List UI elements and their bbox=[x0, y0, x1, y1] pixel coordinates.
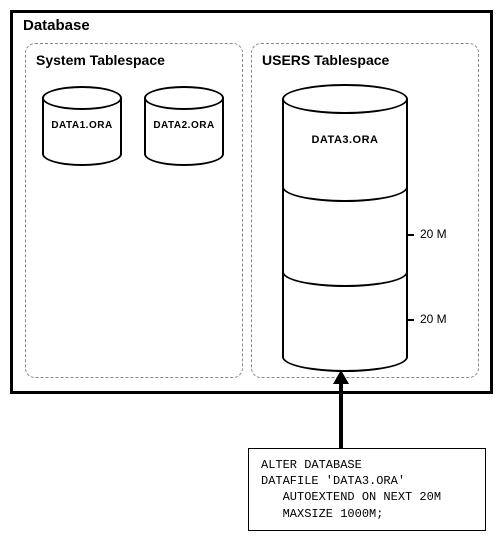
sql-line: DATAFILE 'DATA3.ORA' bbox=[261, 474, 405, 488]
database-frame: Database System Tablespace DATA1.ORA DAT… bbox=[10, 10, 493, 394]
database-title: Database bbox=[23, 17, 90, 34]
sql-line: AUTOEXTEND ON NEXT 20M bbox=[261, 490, 441, 504]
arrow-shaft bbox=[339, 382, 343, 450]
sql-line: MAXSIZE 1000M; bbox=[261, 507, 383, 521]
datafile-cylinder: DATA1.ORA bbox=[42, 86, 122, 156]
datafile-label: DATA1.ORA bbox=[42, 120, 122, 131]
users-tablespace: USERS Tablespace DATA3.ORA 20 M 20 M bbox=[251, 43, 479, 378]
segment-size-label: 20 M bbox=[420, 312, 447, 326]
sql-statement-box: ALTER DATABASE DATAFILE 'DATA3.ORA' AUTO… bbox=[248, 448, 486, 531]
datafile-label: DATA3.ORA bbox=[282, 134, 408, 146]
system-tablespace: System Tablespace DATA1.ORA DATA2.ORA bbox=[25, 43, 243, 378]
users-tablespace-title: USERS Tablespace bbox=[262, 52, 478, 68]
segment-size-label: 20 M bbox=[420, 227, 447, 241]
datafile-label: DATA2.ORA bbox=[144, 120, 224, 131]
system-tablespace-title: System Tablespace bbox=[36, 52, 242, 68]
datafile-cylinder: DATA2.ORA bbox=[144, 86, 224, 156]
datafile-cylinder-large: DATA3.ORA bbox=[282, 84, 408, 364]
sql-line: ALTER DATABASE bbox=[261, 458, 362, 472]
